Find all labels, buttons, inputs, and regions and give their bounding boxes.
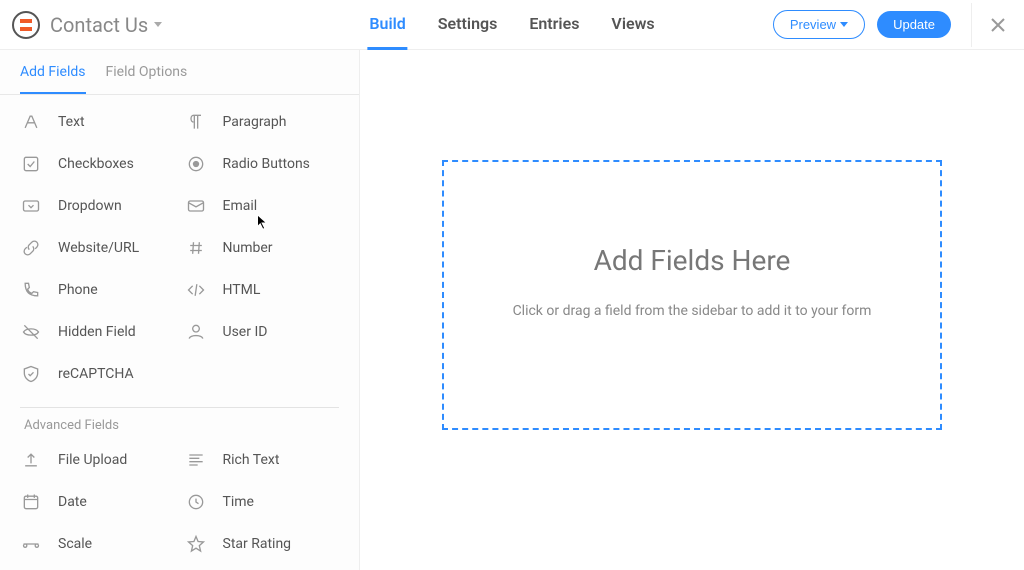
close-icon	[990, 17, 1006, 33]
close-button[interactable]	[971, 3, 1012, 47]
field-label: Time	[223, 494, 254, 510]
field-label: Email	[223, 198, 258, 214]
field-label: Checkboxes	[58, 156, 134, 172]
preview-button[interactable]: Preview	[773, 10, 865, 39]
field-label: User ID	[223, 324, 268, 340]
sidebar-tabs: Add Fields Field Options	[0, 50, 359, 95]
checkbox-icon	[20, 153, 42, 175]
field-time[interactable]: Time	[185, 491, 340, 513]
form-title-text: Contact Us	[50, 13, 148, 37]
field-label: Number	[223, 240, 273, 256]
field-url[interactable]: Website/URL	[20, 237, 175, 259]
field-paragraph[interactable]: Paragraph	[185, 111, 340, 133]
field-label: Website/URL	[58, 240, 139, 256]
date-icon	[20, 491, 42, 513]
upload-icon	[20, 449, 42, 471]
field-file-upload[interactable]: File Upload	[20, 449, 175, 471]
field-recaptcha[interactable]: reCAPTCHA	[20, 363, 175, 385]
field-star-rating[interactable]: Star Rating	[185, 533, 340, 555]
main-area: Add Fields Field Options Text Paragraph …	[0, 50, 1024, 570]
advanced-fields-divider	[20, 407, 339, 408]
field-label: Scale	[58, 536, 92, 552]
tab-entries[interactable]: Entries	[527, 0, 581, 50]
chevron-down-icon	[840, 22, 848, 27]
field-label: Date	[58, 494, 87, 510]
field-number[interactable]: Number	[185, 237, 340, 259]
field-label: reCAPTCHA	[58, 366, 134, 382]
update-button[interactable]: Update	[877, 11, 951, 38]
field-label: File Upload	[58, 452, 127, 468]
top-bar: Contact Us Build Settings Entries Views …	[0, 0, 1024, 50]
recaptcha-icon	[20, 363, 42, 385]
form-title-dropdown[interactable]: Contact Us	[50, 13, 162, 37]
richtext-icon	[185, 449, 207, 471]
dropzone-subtitle: Click or drag a field from the sidebar t…	[513, 303, 872, 319]
paragraph-icon	[185, 111, 207, 133]
field-label: Radio Buttons	[223, 156, 310, 172]
field-label: HTML	[223, 282, 261, 298]
field-label: Rich Text	[223, 452, 280, 468]
field-label: Star Rating	[223, 536, 292, 552]
field-label: Paragraph	[223, 114, 287, 130]
field-text[interactable]: Text	[20, 111, 175, 133]
scale-icon	[20, 533, 42, 555]
form-dropzone[interactable]: Add Fields Here Click or drag a field fr…	[442, 160, 942, 430]
main-tabs: Build Settings Entries Views	[367, 0, 656, 50]
text-icon	[20, 111, 42, 133]
field-label: Text	[58, 114, 85, 130]
advanced-fields-label: Advanced Fields	[24, 418, 119, 433]
basic-fields-grid: Text Paragraph Checkboxes Radio Buttons …	[0, 95, 359, 385]
app-logo-icon	[12, 11, 40, 39]
sidebar: Add Fields Field Options Text Paragraph …	[0, 50, 360, 570]
field-label: Phone	[58, 282, 98, 298]
phone-icon	[20, 279, 42, 301]
field-label: Dropdown	[58, 198, 122, 214]
tab-settings[interactable]: Settings	[436, 0, 500, 50]
field-date[interactable]: Date	[20, 491, 175, 513]
dropdown-icon	[20, 195, 42, 217]
top-actions: Preview Update	[773, 3, 1012, 47]
field-rich-text[interactable]: Rich Text	[185, 449, 340, 471]
dropzone-title: Add Fields Here	[594, 244, 791, 277]
chevron-down-icon	[154, 22, 162, 27]
email-icon	[185, 195, 207, 217]
tab-views[interactable]: Views	[609, 0, 656, 50]
form-canvas: Add Fields Here Click or drag a field fr…	[360, 50, 1024, 570]
url-icon	[20, 237, 42, 259]
preview-label: Preview	[790, 17, 836, 32]
html-icon	[185, 279, 207, 301]
sidebar-tab-add-fields[interactable]: Add Fields	[20, 64, 86, 94]
user-icon	[185, 321, 207, 343]
radio-icon	[185, 153, 207, 175]
field-checkboxes[interactable]: Checkboxes	[20, 153, 175, 175]
advanced-fields-grid: File Upload Rich Text Date Time Scale St…	[0, 433, 359, 555]
hidden-icon	[20, 321, 42, 343]
field-radio[interactable]: Radio Buttons	[185, 153, 340, 175]
field-email[interactable]: Email	[185, 195, 340, 217]
tab-build[interactable]: Build	[367, 0, 407, 50]
field-user-id[interactable]: User ID	[185, 321, 340, 343]
field-dropdown[interactable]: Dropdown	[20, 195, 175, 217]
sidebar-tab-field-options[interactable]: Field Options	[106, 64, 188, 94]
star-icon	[185, 533, 207, 555]
field-phone[interactable]: Phone	[20, 279, 175, 301]
time-icon	[185, 491, 207, 513]
field-html[interactable]: HTML	[185, 279, 340, 301]
field-scale[interactable]: Scale	[20, 533, 175, 555]
field-label: Hidden Field	[58, 324, 136, 340]
field-hidden[interactable]: Hidden Field	[20, 321, 175, 343]
number-icon	[185, 237, 207, 259]
